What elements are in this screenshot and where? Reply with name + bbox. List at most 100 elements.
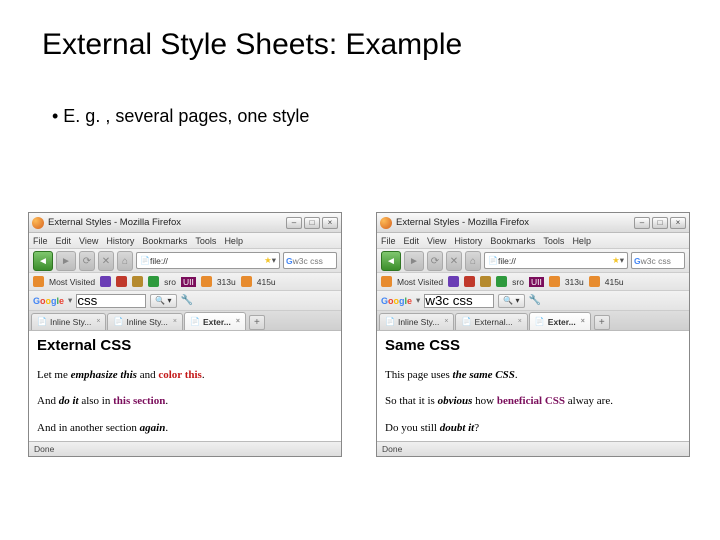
search-box[interactable]: G w3c css xyxy=(631,252,685,269)
tab-close-icon[interactable]: × xyxy=(236,314,240,330)
bookmark-link[interactable]: sro xyxy=(512,277,524,287)
address-dropdown-icon[interactable]: ▾ xyxy=(272,255,276,266)
close-button[interactable]: × xyxy=(322,217,338,229)
bookmark-icon[interactable] xyxy=(100,276,111,287)
menu-item[interactable]: Help xyxy=(224,236,243,246)
back-button[interactable]: ◄ xyxy=(381,251,401,271)
window-titlebar[interactable]: External Styles - Mozilla Firefox–□× xyxy=(377,213,689,233)
bookmark-icon[interactable] xyxy=(148,276,159,287)
tab-close-icon[interactable]: × xyxy=(96,314,100,330)
firefox-icon xyxy=(32,217,44,229)
bookmark-icon[interactable] xyxy=(116,276,127,287)
home-button[interactable]: ⌂ xyxy=(117,251,133,271)
menu-item[interactable]: View xyxy=(79,236,98,246)
bookmark-icon[interactable] xyxy=(480,276,491,287)
reload-button[interactable]: ⟳ xyxy=(79,251,95,271)
bookmark-link[interactable]: sro xyxy=(164,277,176,287)
bookmark-icon[interactable] xyxy=(496,276,507,287)
nav-toolbar: ◄►⟳✕⌂📄 file://★ ▾G w3c css xyxy=(29,249,341,273)
bookmark-icon[interactable] xyxy=(132,276,143,287)
address-dropdown-icon[interactable]: ▾ xyxy=(620,255,624,266)
bookmark-star-icon[interactable]: ★ xyxy=(612,255,620,266)
new-tab-button[interactable]: + xyxy=(594,315,610,330)
bookmark-link[interactable]: 313u xyxy=(565,277,584,287)
close-button[interactable]: × xyxy=(670,217,686,229)
forward-button[interactable]: ► xyxy=(56,251,76,271)
tab-strip: 📄 Inline Sty...×📄 Inline Sty...×📄 Exter.… xyxy=(29,311,341,331)
google-icon: G xyxy=(634,256,641,266)
slide-bullet: • E. g. , several pages, one style xyxy=(0,62,720,127)
google-search-input[interactable] xyxy=(424,294,494,308)
bookmark-most-visited[interactable]: Most Visited xyxy=(49,277,95,287)
search-box[interactable]: G w3c css xyxy=(283,252,337,269)
menu-item[interactable]: Bookmarks xyxy=(142,236,187,246)
bookmark-folder-icon[interactable] xyxy=(201,276,212,287)
google-search-button[interactable]: 🔍 ▾ xyxy=(498,294,524,308)
stop-button[interactable]: ✕ xyxy=(446,251,462,271)
bookmark-folder-icon[interactable] xyxy=(33,276,44,287)
browser-tab[interactable]: 📄 Inline Sty...× xyxy=(107,313,182,330)
maximize-button[interactable]: □ xyxy=(304,217,320,229)
menu-item[interactable]: Tools xyxy=(543,236,564,246)
bookmark-link[interactable]: 313u xyxy=(217,277,236,287)
browser-tab[interactable]: 📄 Exter...× xyxy=(529,312,591,330)
home-button[interactable]: ⌂ xyxy=(465,251,481,271)
menu-item[interactable]: Bookmarks xyxy=(490,236,535,246)
bookmark-star-icon[interactable]: ★ xyxy=(264,255,272,266)
browser-tab[interactable]: 📄 Exter...× xyxy=(184,312,246,330)
bookmark-icon[interactable] xyxy=(464,276,475,287)
google-settings-icon[interactable]: 🔧 xyxy=(529,295,541,306)
tab-close-icon[interactable]: × xyxy=(581,314,585,330)
google-dropdown-icon[interactable]: ▾ xyxy=(68,295,72,306)
address-bar[interactable]: 📄 file://★ ▾ xyxy=(136,252,280,269)
browser-tab[interactable]: 📄 Inline Sty...× xyxy=(379,313,454,330)
bookmark-folder-icon[interactable] xyxy=(549,276,560,287)
google-dropdown-icon[interactable]: ▾ xyxy=(416,295,420,306)
google-search-input[interactable] xyxy=(76,294,146,308)
google-settings-icon[interactable]: 🔧 xyxy=(181,295,193,306)
reload-button[interactable]: ⟳ xyxy=(427,251,443,271)
menu-item[interactable]: History xyxy=(106,236,134,246)
menu-item[interactable]: Help xyxy=(572,236,591,246)
maximize-button[interactable]: □ xyxy=(652,217,668,229)
browser-tab[interactable]: 📄 Inline Sty...× xyxy=(31,313,106,330)
google-logo[interactable]: Google xyxy=(381,296,412,306)
bookmark-link[interactable]: UII xyxy=(529,277,544,287)
bookmark-link[interactable]: UII xyxy=(181,277,196,287)
stop-button[interactable]: ✕ xyxy=(98,251,114,271)
tab-close-icon[interactable]: × xyxy=(518,314,522,330)
window-titlebar[interactable]: External Styles - Mozilla Firefox–□× xyxy=(29,213,341,233)
bookmark-icon[interactable] xyxy=(448,276,459,287)
paragraph: Do you still doubt it? xyxy=(385,421,681,435)
menu-item[interactable]: View xyxy=(427,236,446,246)
menu-item[interactable]: History xyxy=(454,236,482,246)
menu-item[interactable]: Edit xyxy=(56,236,72,246)
menu-item[interactable]: Edit xyxy=(404,236,420,246)
google-logo[interactable]: Google xyxy=(33,296,64,306)
bookmark-most-visited[interactable]: Most Visited xyxy=(397,277,443,287)
google-search-button[interactable]: 🔍 ▾ xyxy=(150,294,176,308)
browser-tab[interactable]: 📄 External...× xyxy=(455,313,527,330)
tab-label: Exter... xyxy=(548,314,576,330)
tab-strip: 📄 Inline Sty...×📄 External...× 📄 Exter...… xyxy=(377,311,689,331)
tab-icon: 📄 xyxy=(385,314,395,330)
menu-item[interactable]: File xyxy=(381,236,396,246)
forward-button[interactable]: ► xyxy=(404,251,424,271)
menu-item[interactable]: File xyxy=(33,236,48,246)
back-button[interactable]: ◄ xyxy=(33,251,53,271)
tab-close-icon[interactable]: × xyxy=(173,314,177,330)
bookmark-folder-icon[interactable] xyxy=(381,276,392,287)
bookmark-folder-icon[interactable] xyxy=(241,276,252,287)
new-tab-button[interactable]: + xyxy=(249,315,265,330)
address-bar[interactable]: 📄 file://★ ▾ xyxy=(484,252,628,269)
bookmark-link[interactable]: 415u xyxy=(605,277,624,287)
bookmark-link[interactable]: 415u xyxy=(257,277,276,287)
tab-close-icon[interactable]: × xyxy=(444,314,448,330)
page-heading: Same CSS xyxy=(385,337,681,354)
menu-item[interactable]: Tools xyxy=(195,236,216,246)
bookmark-folder-icon[interactable] xyxy=(589,276,600,287)
minimize-button[interactable]: – xyxy=(286,217,302,229)
window-title: External Styles - Mozilla Firefox xyxy=(48,217,286,228)
window-title: External Styles - Mozilla Firefox xyxy=(396,217,634,228)
minimize-button[interactable]: – xyxy=(634,217,650,229)
